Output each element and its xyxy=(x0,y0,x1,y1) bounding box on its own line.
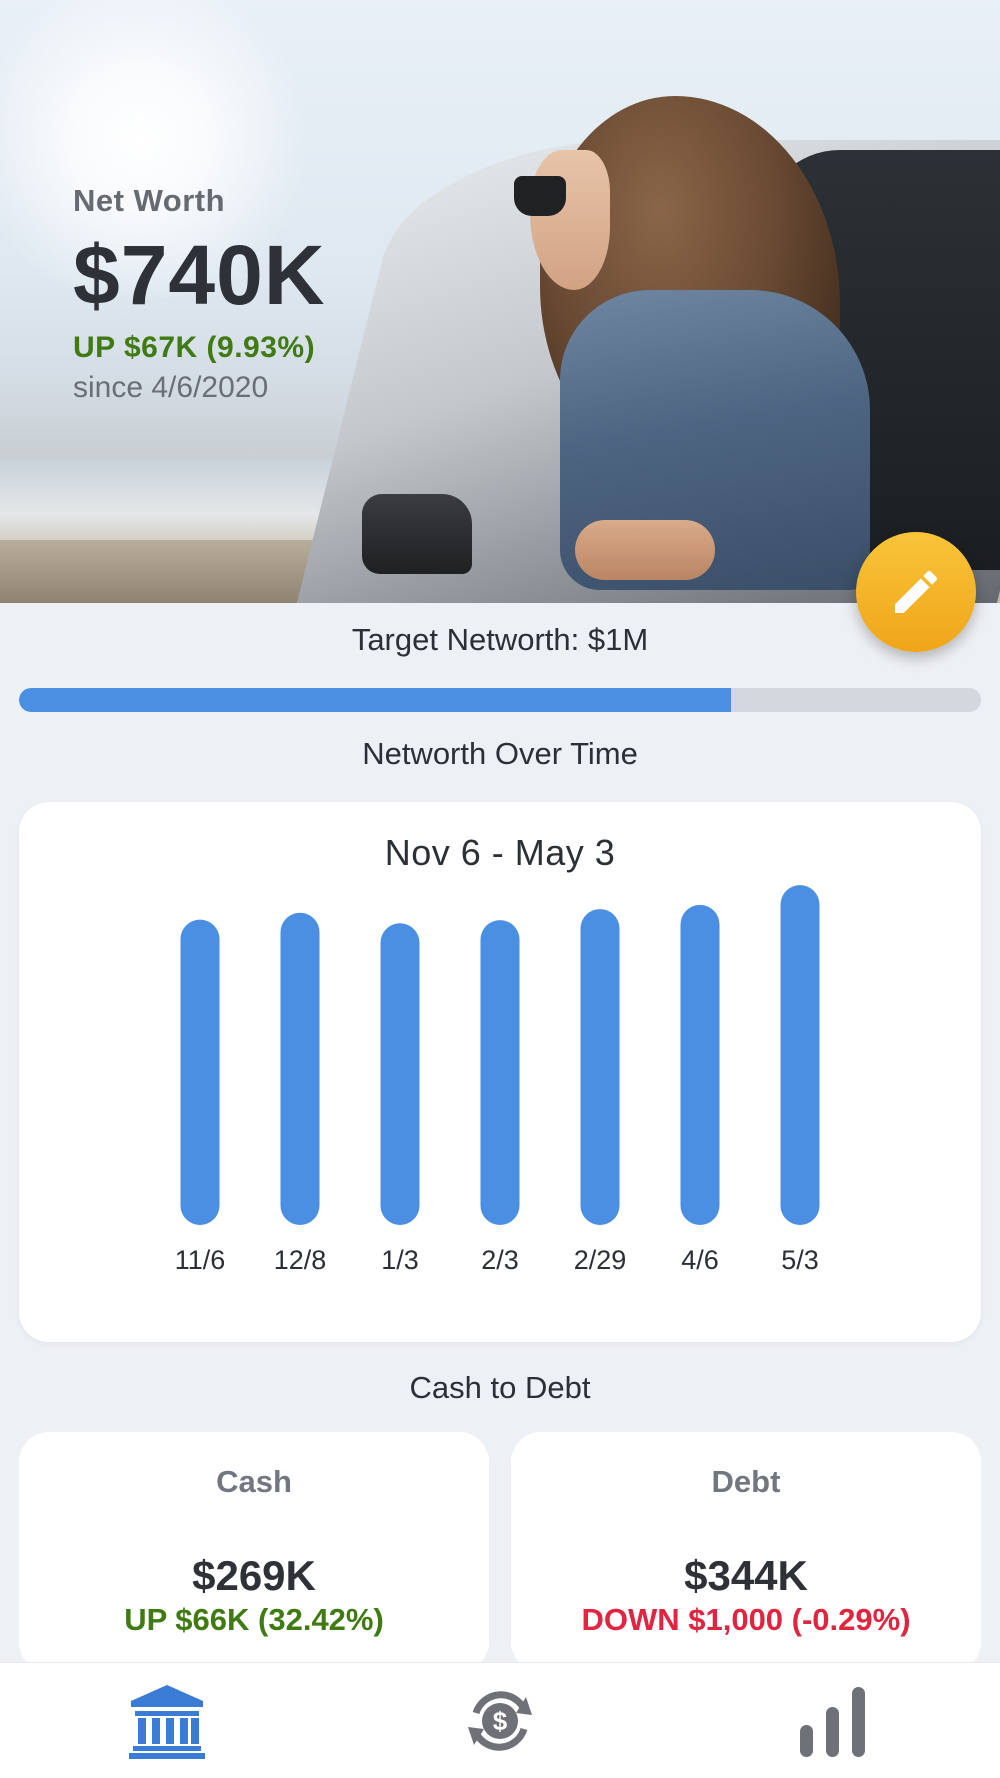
networth-bar-chart: 11/6 12/8 1/3 2/3 2/29 4/6 5/3 xyxy=(175,885,820,1275)
tab-cash-flow[interactable]: $ xyxy=(455,1681,545,1761)
cash-card[interactable]: Cash $269K UP $66K (32.42%) xyxy=(19,1432,489,1672)
chart-bar-2-3[interactable] xyxy=(480,920,520,1225)
tab-reports[interactable] xyxy=(788,1681,878,1761)
chart-bar-1-3[interactable] xyxy=(380,923,420,1225)
debt-title: Debt xyxy=(711,1464,781,1499)
hero-photo-arm xyxy=(575,520,715,580)
cash-cycle-icon: $ xyxy=(468,1691,532,1751)
edit-button[interactable] xyxy=(856,532,976,652)
bottom-tab-bar: $ xyxy=(0,1662,1000,1778)
net-worth-since: since 4/6/2020 xyxy=(73,371,269,404)
target-progress-fill xyxy=(19,688,731,712)
chart-bar-4-6[interactable] xyxy=(680,904,720,1225)
svg-text:$: $ xyxy=(493,1706,508,1736)
net-worth-summary: Net Worth $740K UP $67K (9.93%) since 4/… xyxy=(73,183,326,405)
target-progress-bar xyxy=(19,688,981,712)
debt-card[interactable]: Debt $344K DOWN $1,000 (-0.29%) xyxy=(511,1432,981,1672)
chart-x-label: 1/3 xyxy=(381,1245,419,1275)
cash-title: Cash xyxy=(216,1464,292,1499)
networth-over-time-title: Networth Over Time xyxy=(362,736,638,771)
bank-icon xyxy=(129,1685,205,1759)
chart-x-label: 11/6 xyxy=(175,1245,226,1275)
cash-to-debt-title: Cash to Debt xyxy=(409,1370,591,1405)
hero-photo-mirror xyxy=(362,494,472,574)
chart-x-label: 12/8 xyxy=(274,1245,327,1275)
tab-networth[interactable] xyxy=(122,1681,212,1761)
target-networth-label: Target Networth: $1M xyxy=(351,622,649,657)
cash-change: UP $66K (32.42%) xyxy=(124,1602,384,1637)
debt-change: DOWN $1,000 (-0.29%) xyxy=(581,1602,911,1637)
hero-banner: Net Worth $740K UP $67K (9.93%) since 4/… xyxy=(0,0,1000,603)
chart-bar-5-3[interactable] xyxy=(780,885,820,1225)
chart-x-label: 4/6 xyxy=(681,1245,719,1275)
chart-bar-2-29[interactable] xyxy=(580,909,620,1225)
chart-x-label: 2/29 xyxy=(574,1245,627,1275)
hero-photo-sunglasses xyxy=(514,176,566,216)
debt-value: $344K xyxy=(684,1552,808,1599)
bar-chart-icon xyxy=(800,1687,865,1757)
chart-bar-12-8[interactable] xyxy=(280,912,320,1225)
pencil-icon xyxy=(895,570,938,613)
chart-x-label: 2/3 xyxy=(481,1245,519,1275)
networth-chart-card: Nov 6 - May 3 11/6 12/8 1/3 2/3 2/29 4/6 5/3 xyxy=(19,802,981,1342)
chart-x-label: 5/3 xyxy=(781,1245,819,1275)
net-worth-label: Net Worth xyxy=(73,183,226,218)
net-worth-change: UP $67K (9.93%) xyxy=(73,331,316,364)
app-screen: Net Worth $740K UP $67K (9.93%) since 4/… xyxy=(0,0,1000,1778)
chart-bar-11-6[interactable] xyxy=(180,919,220,1225)
cash-value: $269K xyxy=(192,1552,316,1599)
net-worth-value: $740K xyxy=(73,228,326,322)
